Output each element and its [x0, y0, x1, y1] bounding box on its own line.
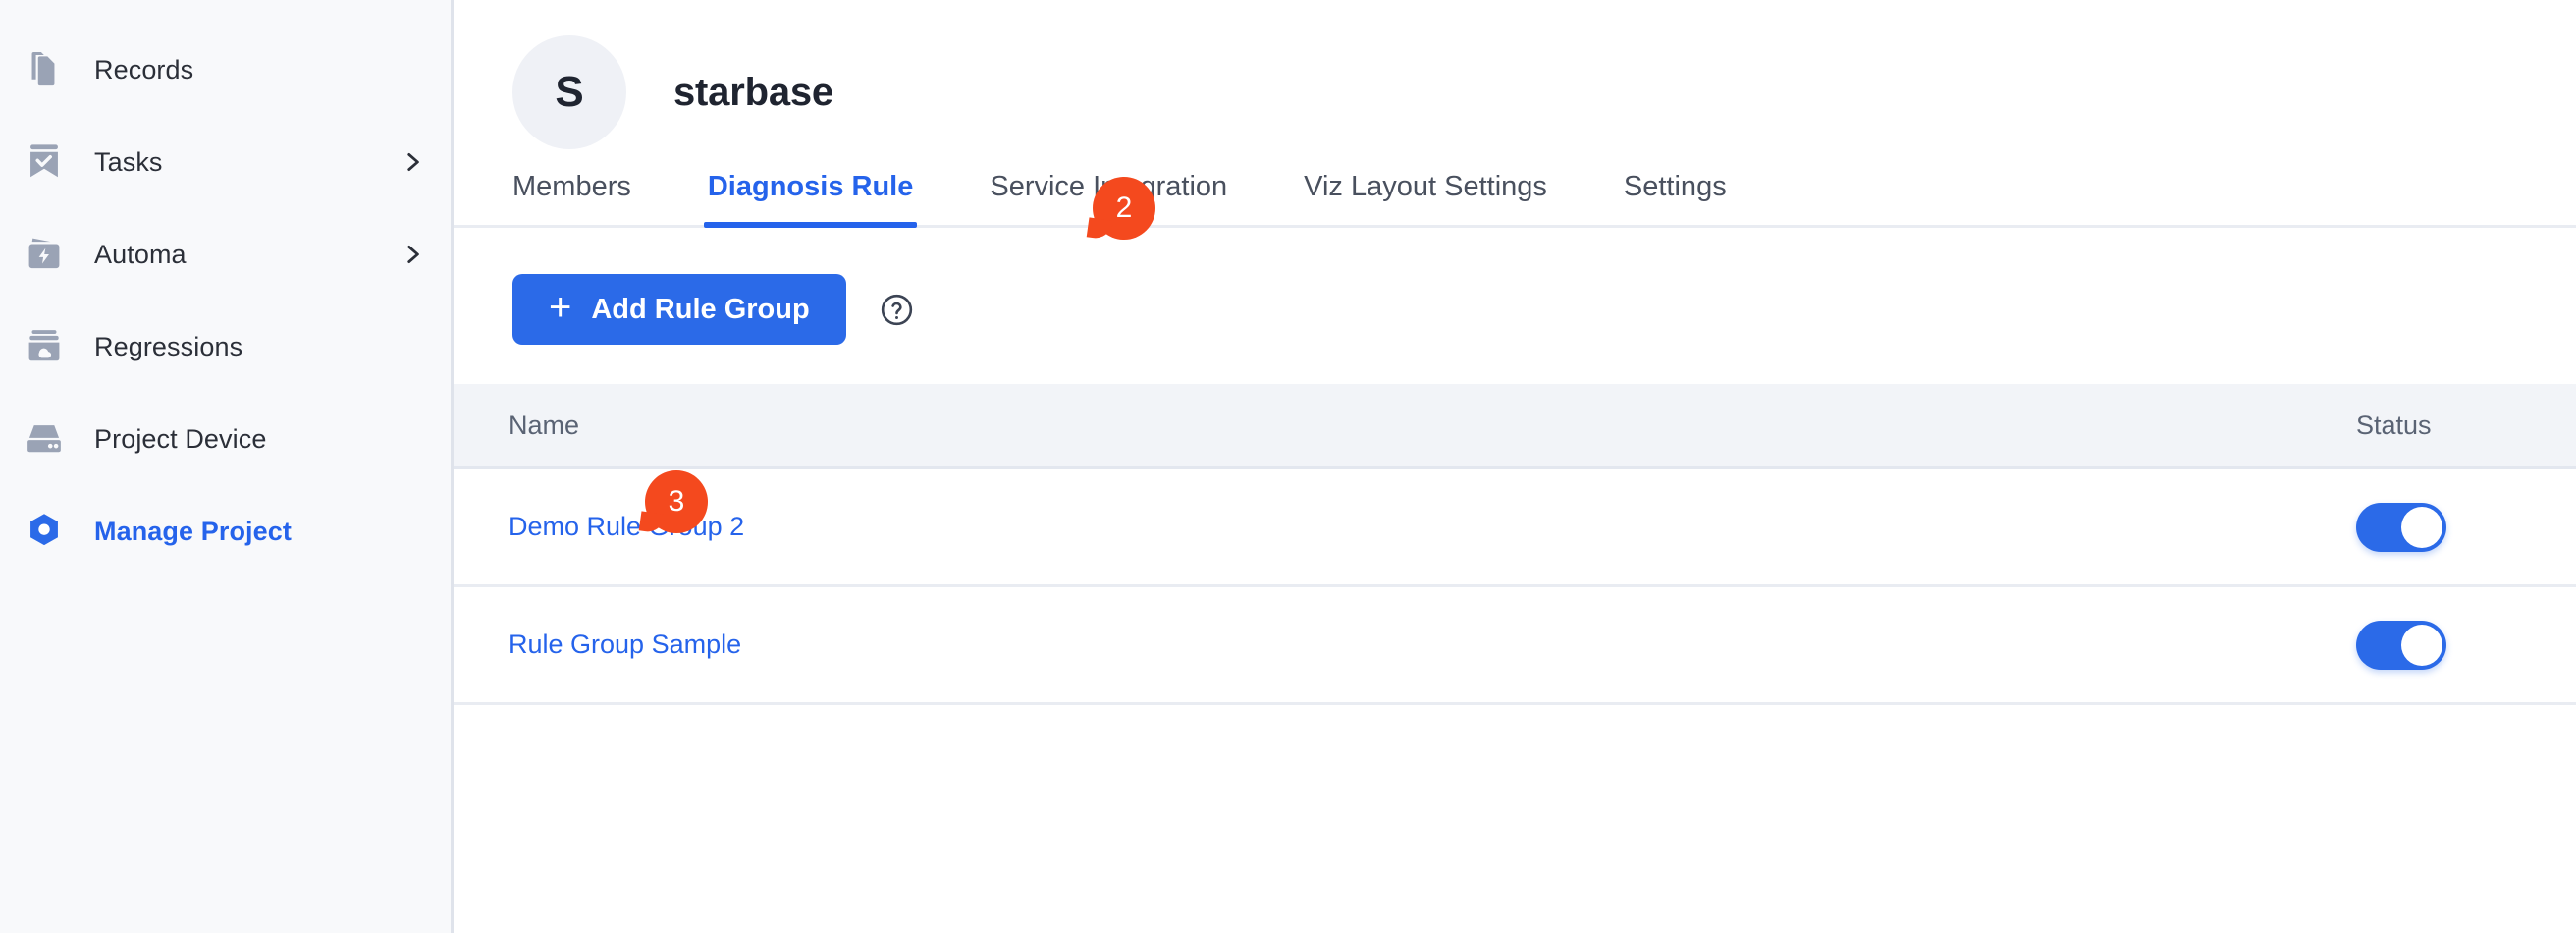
status-toggle[interactable]: [2356, 502, 2446, 552]
rule-group-link[interactable]: Rule Group Sample: [509, 630, 741, 660]
toolbar: + Add Rule Group: [454, 228, 2576, 345]
cell-status: [2281, 502, 2576, 552]
rule-group-table: Name Status Demo Rule Group 2 3 Rule Gro…: [454, 384, 2576, 705]
chevron-right-icon: [400, 149, 425, 175]
records-icon: [22, 47, 67, 92]
sidebar-item-regressions[interactable]: Regressions: [0, 301, 451, 393]
sidebar-item-manage-project[interactable]: Manage Project 1: [0, 485, 451, 577]
app-root: Records Tasks Automa Regressions Project…: [0, 0, 2576, 933]
cell-status: [2281, 620, 2576, 670]
rule-group-link[interactable]: Demo Rule Group 2: [509, 512, 744, 542]
sidebar-item-project-device[interactable]: Project Device: [0, 393, 451, 485]
page-title: starbase: [673, 70, 833, 114]
automation-icon: [22, 232, 67, 277]
sidebar-item-label: Project Device: [94, 423, 267, 454]
tab-bar: Members Diagnosis Rule Service Integrati…: [454, 171, 2576, 228]
tab-settings[interactable]: Settings: [1624, 171, 1727, 225]
manage-project-icon: [22, 509, 67, 554]
sidebar-item-label: Regressions: [94, 331, 243, 361]
sidebar-item-label: Manage Project: [94, 516, 292, 546]
toggle-knob: [2401, 624, 2442, 666]
tasks-icon: [22, 139, 67, 185]
table-row[interactable]: Rule Group Sample: [454, 587, 2576, 705]
main-content: S starbase 2 Members Diagnosis Rule Serv…: [454, 0, 2576, 933]
add-rule-group-button[interactable]: + Add Rule Group: [512, 274, 846, 345]
status-toggle[interactable]: [2356, 620, 2446, 670]
sidebar-item-label: Records: [94, 54, 194, 84]
cell-name: Demo Rule Group 2 3: [454, 470, 2281, 542]
tab-viz-layout-settings[interactable]: Viz Layout Settings: [1304, 171, 1547, 225]
toggle-knob: [2401, 506, 2442, 548]
column-header-name: Name: [509, 410, 580, 440]
regressions-icon: [22, 324, 67, 369]
add-rule-group-label: Add Rule Group: [591, 293, 810, 325]
sidebar-item-records[interactable]: Records: [0, 24, 451, 116]
cell-name: Rule Group Sample: [454, 630, 2281, 660]
sidebar-item-automa[interactable]: Automa: [0, 208, 451, 301]
tab-members[interactable]: Members: [512, 171, 631, 225]
help-circle-icon[interactable]: [879, 292, 915, 328]
column-header-status: Status: [2356, 410, 2432, 440]
tab-service-integration[interactable]: Service Integration: [990, 171, 1227, 225]
sidebar-item-label: Tasks: [94, 146, 163, 177]
avatar-letter: S: [555, 68, 584, 116]
avatar: S: [512, 35, 626, 149]
plus-icon: +: [549, 286, 572, 329]
tab-diagnosis-rule[interactable]: Diagnosis Rule: [703, 171, 917, 228]
table-row[interactable]: Demo Rule Group 2 3: [454, 469, 2576, 587]
org-header: S starbase 2: [454, 0, 2576, 240]
sidebar: Records Tasks Automa Regressions Project…: [0, 0, 454, 933]
chevron-right-icon: [400, 242, 425, 267]
table-header-row: Name Status: [454, 384, 2576, 469]
project-device-icon: [22, 416, 67, 462]
sidebar-item-label: Automa: [94, 239, 187, 269]
sidebar-item-tasks[interactable]: Tasks: [0, 116, 451, 208]
